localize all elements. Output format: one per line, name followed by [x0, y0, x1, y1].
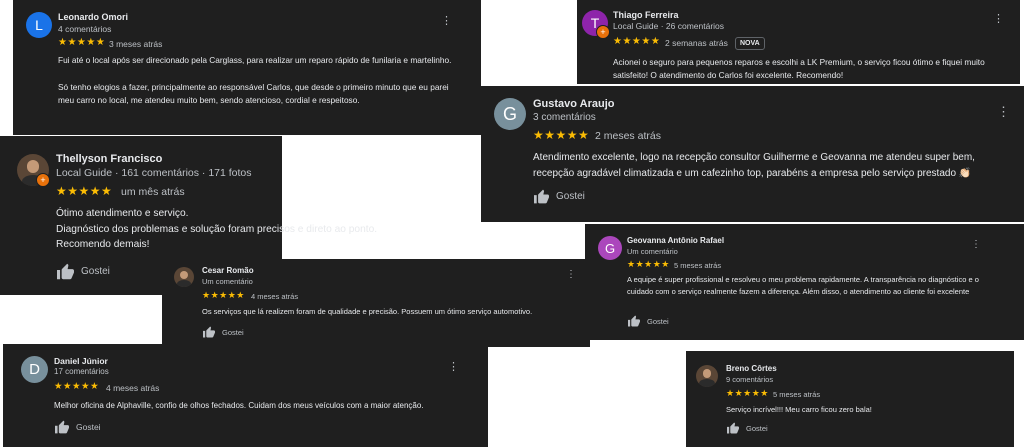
- star-rating: ★★★★★: [627, 259, 670, 269]
- avatar[interactable]: [174, 267, 194, 287]
- local-guide-badge-icon: +: [36, 173, 50, 187]
- review-card-thiago: T + Thiago Ferreira Local Guide · 26 com…: [577, 0, 1020, 84]
- like-label: Gostei: [81, 266, 110, 277]
- review-date: 5 meses atrás: [773, 390, 821, 399]
- review-card-breno: Breno Côrtes 9 comentários ★★★★★ 5 meses…: [686, 351, 1014, 447]
- star-rating: ★★★★★: [726, 388, 769, 398]
- review-text: A equipe é super profissional e resolveu…: [627, 275, 979, 296]
- star-rating: ★★★★★: [54, 381, 100, 392]
- reviewer-name[interactable]: Thiago Ferreira: [613, 10, 679, 20]
- review-date: 5 meses atrás: [674, 261, 722, 270]
- review-date: 2 semanas atrás: [665, 38, 728, 48]
- review-text: Fui até o local após ser direcionado pel…: [58, 54, 458, 108]
- more-options-icon[interactable]: ⋮: [566, 269, 576, 280]
- like-label: Gostei: [556, 191, 585, 202]
- reviewer-meta: 3 comentários: [533, 112, 596, 123]
- review-text: Ótimo atendimento e serviço. Diagnóstico…: [56, 206, 378, 253]
- more-options-icon[interactable]: ⋮: [993, 12, 1004, 25]
- more-options-icon[interactable]: ⋮: [971, 239, 981, 250]
- reviewer-meta: 4 comentários: [58, 24, 112, 34]
- local-guide-badge-icon: +: [596, 25, 610, 39]
- review-line: Diagnóstico dos problemas e solução fora…: [56, 223, 378, 235]
- reviewer-name[interactable]: Geovanna Antônio Rafael: [627, 236, 724, 245]
- thumbs-up-icon: [534, 189, 549, 204]
- like-button[interactable]: Gostei: [54, 420, 101, 434]
- thumbs-up-icon: [55, 420, 69, 434]
- reviewer-meta: 17 comentários: [54, 367, 109, 376]
- reviewer-meta: Local Guide · 26 comentários: [613, 21, 725, 31]
- reviewer-name[interactable]: Leonardo Omori: [58, 12, 128, 22]
- review-date: 4 meses atrás: [106, 383, 160, 393]
- review-line: Ótimo atendimento e serviço.: [56, 208, 189, 219]
- more-options-icon[interactable]: ⋮: [441, 14, 452, 27]
- thumbs-up-icon: [57, 263, 74, 280]
- avatar[interactable]: L: [26, 12, 52, 38]
- more-options-icon[interactable]: ⋮: [448, 360, 459, 373]
- like-button[interactable]: Gostei: [726, 422, 768, 434]
- review-text: Acionei o seguro para pequenos reparos e…: [613, 57, 985, 80]
- reviewer-meta: Um comentário: [627, 247, 678, 256]
- reviewer-name[interactable]: Gustavo Araujo: [533, 98, 615, 110]
- review-paragraph: Fui até o local após ser direcionado pel…: [58, 55, 452, 65]
- review-card-geovanna: G Geovanna Antônio Rafael Um comentário …: [585, 224, 1024, 340]
- reviewer-name[interactable]: Daniel Júnior: [54, 356, 108, 366]
- more-options-icon[interactable]: ⋮: [997, 104, 1010, 120]
- reviewer-meta: Local Guide · 161 comentários · 171 foto…: [56, 167, 252, 179]
- review-card-daniel: D Daniel Júnior 17 comentários ★★★★★ 4 m…: [3, 344, 488, 447]
- star-rating: ★★★★★: [202, 290, 245, 300]
- like-label: Gostei: [222, 327, 244, 337]
- like-button[interactable]: Gostei: [56, 263, 110, 280]
- star-rating: ★★★★★: [56, 184, 113, 198]
- like-label: Gostei: [746, 423, 768, 433]
- review-card-leonardo: L Leonardo Omori 4 comentários ★★★★★ 3 m…: [13, 0, 481, 135]
- like-label: Gostei: [647, 316, 669, 326]
- review-text: Melhor oficina de Alphaville, confio de …: [54, 401, 424, 410]
- review-text: Os serviços que lá realizem foram de qua…: [202, 307, 533, 316]
- star-rating: ★★★★★: [58, 37, 106, 48]
- review-card-cesar: Cesar Romão Um comentário ★★★★★ 4 meses …: [162, 259, 590, 347]
- reviewer-name[interactable]: Breno Côrtes: [726, 364, 777, 373]
- like-button[interactable]: Gostei: [202, 326, 244, 338]
- like-label: Gostei: [76, 422, 101, 432]
- review-date: 4 meses atrás: [251, 292, 299, 301]
- review-date: 2 meses atrás: [595, 130, 661, 142]
- reviewer-meta: 9 comentários: [726, 375, 774, 384]
- review-date: 3 meses atrás: [109, 39, 163, 49]
- review-text: Atendimento excelente, logo na recepção …: [533, 152, 975, 179]
- avatar[interactable]: D: [21, 356, 48, 383]
- new-badge: NOVA: [735, 37, 765, 50]
- thumbs-up-icon: [727, 422, 739, 434]
- review-card-gustavo: G Gustavo Araujo 3 comentários ★★★★★ 2 m…: [481, 86, 1024, 222]
- review-paragraph: Só tenho elogios a fazer, principalmente…: [58, 81, 449, 106]
- avatar[interactable]: G: [598, 236, 622, 260]
- reviewer-name[interactable]: Thellyson Francisco: [56, 153, 162, 165]
- like-button[interactable]: Gostei: [627, 315, 669, 327]
- reviewer-meta: Um comentário: [202, 277, 253, 286]
- avatar[interactable]: [696, 365, 718, 387]
- like-button[interactable]: Gostei: [533, 189, 585, 204]
- review-text: Serviço incrível!!! Meu carro ficou zero…: [726, 405, 872, 414]
- reviewer-name[interactable]: Cesar Romão: [202, 266, 254, 275]
- thumbs-up-icon: [628, 315, 640, 327]
- thumbs-up-icon: [203, 326, 215, 338]
- review-line: Recomendo demais!: [56, 239, 150, 250]
- star-rating: ★★★★★: [613, 36, 661, 47]
- avatar[interactable]: G: [494, 98, 526, 130]
- review-date: um mês atrás: [121, 186, 185, 198]
- star-rating: ★★★★★: [533, 128, 590, 142]
